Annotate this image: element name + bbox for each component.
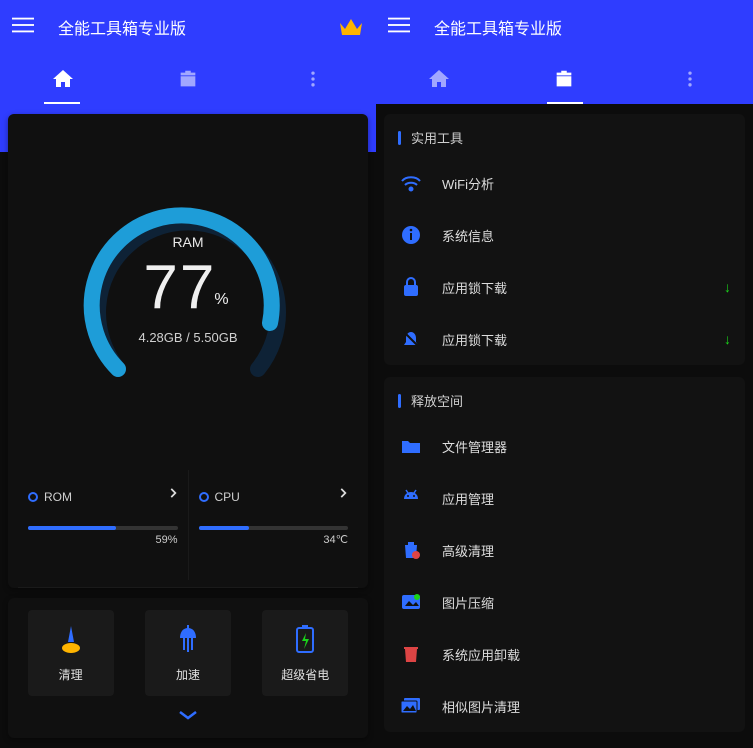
app-title: 全能工具箱专业版: [434, 15, 562, 39]
app-title: 全能工具箱专业版: [58, 15, 186, 39]
rom-value: 59%: [155, 534, 177, 546]
expand-actions[interactable]: [20, 708, 356, 726]
free-space-section: 释放空间 文件管理器 应用管理 高级清理: [384, 377, 745, 732]
gauge-percent: 77%: [143, 252, 232, 323]
menu-icon[interactable]: [388, 14, 410, 41]
rom-ring-icon: [28, 492, 38, 502]
row-label: 图片压缩: [442, 593, 494, 612]
tab-home[interactable]: [48, 64, 78, 94]
app-manage-row[interactable]: 应用管理: [384, 472, 745, 524]
wifi-icon: [398, 173, 424, 193]
trash-gear-icon: [398, 540, 424, 560]
similar-images-row[interactable]: 相似图片清理: [384, 680, 745, 732]
cpu-label: CPU: [215, 490, 240, 504]
chevron-right-icon: [336, 486, 350, 505]
action-clean[interactable]: 清理: [28, 610, 114, 696]
ram-card: RAM 77% 4.28GB / 5.50GB ROM: [8, 114, 368, 588]
header-left: 全能工具箱专业版: [0, 0, 376, 54]
wifi-analysis-row[interactable]: WiFi分析: [384, 157, 745, 209]
row-label: 应用锁下载: [442, 330, 507, 349]
section-accent: [398, 394, 401, 408]
cpu-bar: 34℃: [199, 526, 349, 530]
trash-icon: [398, 644, 424, 664]
action-battery[interactable]: 超级省电: [262, 610, 348, 696]
action-battery-label: 超级省电: [281, 666, 329, 683]
cpu-ring-icon: [199, 492, 209, 502]
tab-bar-left: [0, 54, 376, 104]
cpu-stat[interactable]: CPU 34℃: [188, 470, 359, 580]
action-boost[interactable]: 加速: [145, 610, 231, 696]
lock-icon: [398, 277, 424, 297]
tab-bar-right: [376, 54, 753, 104]
system-info-row[interactable]: 系统信息: [384, 209, 745, 261]
tab-tools[interactable]: [549, 64, 579, 94]
section-title: 释放空间: [411, 391, 463, 410]
gauge[interactable]: RAM 77% 4.28GB / 5.50GB: [18, 124, 358, 464]
applock-download-row[interactable]: 应用锁下载 ↓: [384, 261, 745, 313]
folder-icon: [398, 436, 424, 456]
tab-home[interactable]: [424, 64, 454, 94]
action-boost-label: 加速: [176, 666, 200, 683]
row-label: 相似图片清理: [442, 697, 520, 716]
left-screen: 全能工具箱专业版 RAM 77%: [0, 0, 376, 748]
tab-more[interactable]: [298, 64, 328, 94]
android-icon: [398, 488, 424, 508]
row-label: 文件管理器: [442, 437, 507, 456]
section-title: 实用工具: [411, 128, 463, 147]
gauge-subtext: 4.28GB / 5.50GB: [138, 330, 237, 345]
right-screen: 全能工具箱专业版 实用工具 WiFi分析: [376, 0, 753, 748]
practical-tools-section: 实用工具 WiFi分析 系统信息 应用锁下载 ↓: [384, 114, 745, 365]
actions-card: 清理 加速 超级省电: [8, 598, 368, 738]
row-label: 应用锁下载: [442, 278, 507, 297]
image-compress-icon: [398, 592, 424, 612]
cpu-value: 34℃: [323, 533, 348, 546]
row-label: 应用管理: [442, 489, 494, 508]
section-accent: [398, 131, 401, 145]
rom-label: ROM: [44, 490, 72, 504]
images-icon: [398, 696, 424, 716]
menu-icon[interactable]: [12, 14, 34, 41]
notification-download-row[interactable]: 应用锁下载 ↓: [384, 313, 745, 365]
image-compress-row[interactable]: 图片压缩: [384, 576, 745, 628]
chevron-right-icon: [166, 486, 180, 505]
rom-stat[interactable]: ROM 59%: [18, 470, 188, 580]
header-right: 全能工具箱专业版: [376, 0, 753, 54]
tab-tools[interactable]: [173, 64, 203, 94]
rom-bar: 59%: [28, 526, 178, 530]
row-label: 系统信息: [442, 226, 494, 245]
download-icon: ↓: [724, 279, 731, 295]
system-uninstall-row[interactable]: 系统应用卸载: [384, 628, 745, 680]
bell-off-icon: [398, 329, 424, 349]
gauge-label: RAM: [172, 234, 203, 250]
row-label: 高级清理: [442, 541, 494, 560]
file-manager-row[interactable]: 文件管理器: [384, 420, 745, 472]
tab-underline: [547, 102, 583, 104]
row-label: 系统应用卸载: [442, 645, 520, 664]
download-icon: ↓: [724, 331, 731, 347]
tab-more[interactable]: [675, 64, 705, 94]
crown-icon[interactable]: [338, 17, 364, 37]
advanced-clean-row[interactable]: 高级清理: [384, 524, 745, 576]
info-icon: [398, 225, 424, 245]
row-label: WiFi分析: [442, 174, 494, 193]
action-clean-label: 清理: [59, 666, 83, 683]
